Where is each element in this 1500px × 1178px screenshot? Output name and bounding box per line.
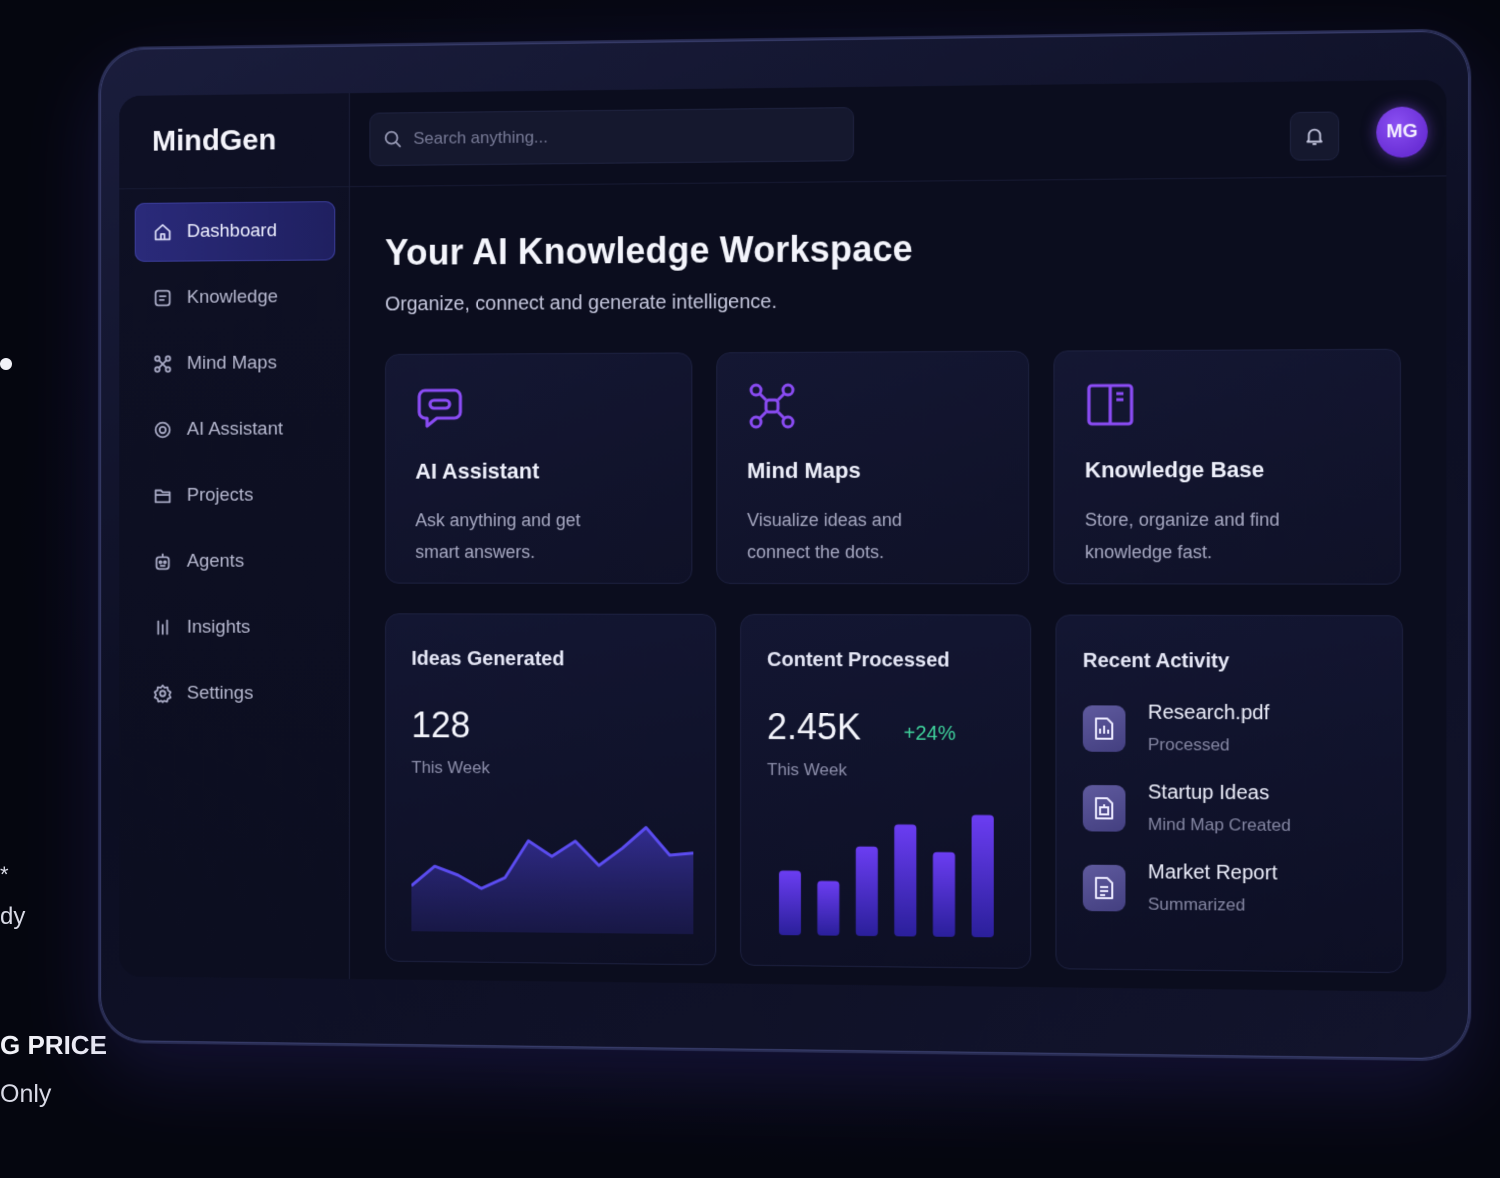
chart-icon [152, 617, 173, 639]
sidebar-item-label: Mind Maps [186, 352, 277, 374]
gear-icon [152, 683, 173, 705]
area-fill [411, 825, 694, 935]
content-bar [894, 824, 917, 937]
document-icon [152, 287, 173, 309]
sidebar-item-ai-assistant[interactable]: AI Assistant [135, 400, 336, 460]
search-input[interactable] [413, 124, 829, 149]
activity-status: Processed [1147, 734, 1230, 755]
activity-name: Startup Ideas [1147, 781, 1270, 805]
home-icon [152, 221, 173, 243]
ideas-generated-card: Ideas Generated 128 This Week [385, 613, 717, 966]
sidebar-item-mind-maps[interactable]: Mind Maps [135, 334, 336, 394]
search-icon [382, 128, 404, 150]
content-bar [932, 852, 956, 937]
target-icon [152, 419, 173, 441]
sidebar-item-label: Knowledge [186, 286, 278, 308]
activity-status: Mind Map Created [1147, 814, 1291, 835]
map-file-icon [1082, 784, 1126, 832]
page-subtitle: Organize, connect and generate intellige… [385, 290, 777, 316]
activity-name: Market Report [1147, 861, 1278, 885]
feature-card-mind-maps[interactable]: Mind Maps Visualize ideas and connect th… [716, 350, 1030, 585]
sidebar-item-label: Settings [186, 682, 254, 704]
feature-title: AI Assistant [415, 458, 540, 484]
nodes-icon [750, 383, 794, 429]
stat-title: Content Processed [767, 648, 950, 672]
sidebar-item-label: Projects [186, 484, 254, 506]
activity-status: Summarized [1147, 894, 1246, 915]
feature-cards: AI Assistant Ask anything and get smart … [385, 348, 1446, 585]
content-bar [971, 814, 994, 938]
feature-description: Visualize ideas and connect the dots. [747, 509, 902, 563]
ideas-area-chart [411, 812, 694, 935]
sidebar-item-label: Agents [186, 550, 245, 572]
main-area: MG Your AI Knowledge Workspace Organize,… [349, 79, 1447, 992]
sidebar-item-dashboard[interactable]: Dashboard [134, 201, 336, 262]
robot-icon [152, 551, 173, 573]
feature-description: Store, organize and find knowledge fast. [1084, 509, 1280, 563]
content-processed-card: Content Processed 2.45K +24% This Week [740, 613, 1032, 969]
feature-description: Ask anything and get smart answers. [415, 510, 581, 562]
background-price-heading: G PRICE [0, 1030, 107, 1060]
app-logo[interactable]: MindGen [119, 93, 349, 190]
report-file-icon [1082, 864, 1126, 912]
sidebar-item-agents[interactable]: Agents [135, 532, 336, 591]
mindmap-icon [152, 353, 173, 375]
recent-activity-card: Recent Activity Research.pdf Processed S… [1055, 614, 1404, 974]
background-text-partial: dy [0, 903, 26, 930]
chat-icon [415, 382, 464, 432]
sidebar-item-insights[interactable]: Insights [135, 598, 336, 658]
content-bar-chart [778, 814, 994, 938]
activity-name: Research.pdf [1147, 701, 1270, 725]
stats-cards: Ideas Generated 128 This Week Content Pr… [385, 613, 1446, 974]
sidebar-item-knowledge[interactable]: Knowledge [135, 267, 336, 327]
background-price-note: Only [0, 1080, 52, 1108]
activity-item[interactable]: Startup Ideas Mind Map Created [1082, 781, 1375, 837]
sidebar-item-projects[interactable]: Projects [135, 466, 336, 525]
bell-icon [1303, 125, 1326, 148]
device-frame: MindGen Dashboard Knowledge Mind Maps AI… [100, 30, 1470, 1060]
activity-item[interactable]: Market Report Summarized [1082, 861, 1375, 917]
stat-period: This Week [411, 757, 490, 778]
stat-delta-badge: +24% [903, 722, 956, 745]
notification-button[interactable] [1289, 111, 1340, 161]
pdf-file-icon [1082, 705, 1126, 752]
dashboard-content: Your AI Knowledge Workspace Organize, co… [350, 176, 1447, 974]
sidebar-item-settings[interactable]: Settings [135, 664, 336, 724]
user-avatar[interactable]: MG [1376, 106, 1428, 158]
stat-value: 2.45K [767, 705, 862, 748]
feature-title: Knowledge Base [1084, 456, 1265, 483]
sidebar-item-label: Dashboard [186, 220, 277, 242]
feature-card-ai-assistant[interactable]: AI Assistant Ask anything and get smart … [385, 352, 693, 584]
activity-list: Research.pdf Processed Startup Ideas Min… [1082, 701, 1375, 917]
stat-value: 128 [411, 704, 471, 746]
activity-item[interactable]: Research.pdf Processed [1082, 701, 1375, 756]
stat-period: This Week [767, 759, 847, 780]
book-icon [1085, 379, 1136, 430]
page-title: Your AI Knowledge Workspace [385, 227, 914, 273]
folder-icon [152, 485, 173, 507]
top-bar: MG [349, 79, 1447, 188]
recent-activity-title: Recent Activity [1082, 649, 1230, 673]
sidebar-item-label: Insights [186, 616, 251, 638]
stat-title: Ideas Generated [411, 647, 565, 671]
feature-title: Mind Maps [747, 457, 861, 484]
sidebar: MindGen Dashboard Knowledge Mind Maps AI… [119, 93, 350, 980]
sidebar-item-label: AI Assistant [186, 418, 284, 440]
content-bar [817, 880, 840, 936]
content-bar [855, 846, 878, 937]
background-text-star: * [0, 862, 9, 887]
carousel-dot[interactable] [0, 358, 12, 370]
search-box[interactable] [369, 107, 854, 167]
sidebar-nav: Dashboard Knowledge Mind Maps AI Assista… [119, 187, 349, 724]
app-window: MindGen Dashboard Knowledge Mind Maps AI… [119, 79, 1447, 992]
content-bar [778, 870, 801, 935]
feature-card-knowledge-base[interactable]: Knowledge Base Store, organize and find … [1053, 348, 1401, 585]
